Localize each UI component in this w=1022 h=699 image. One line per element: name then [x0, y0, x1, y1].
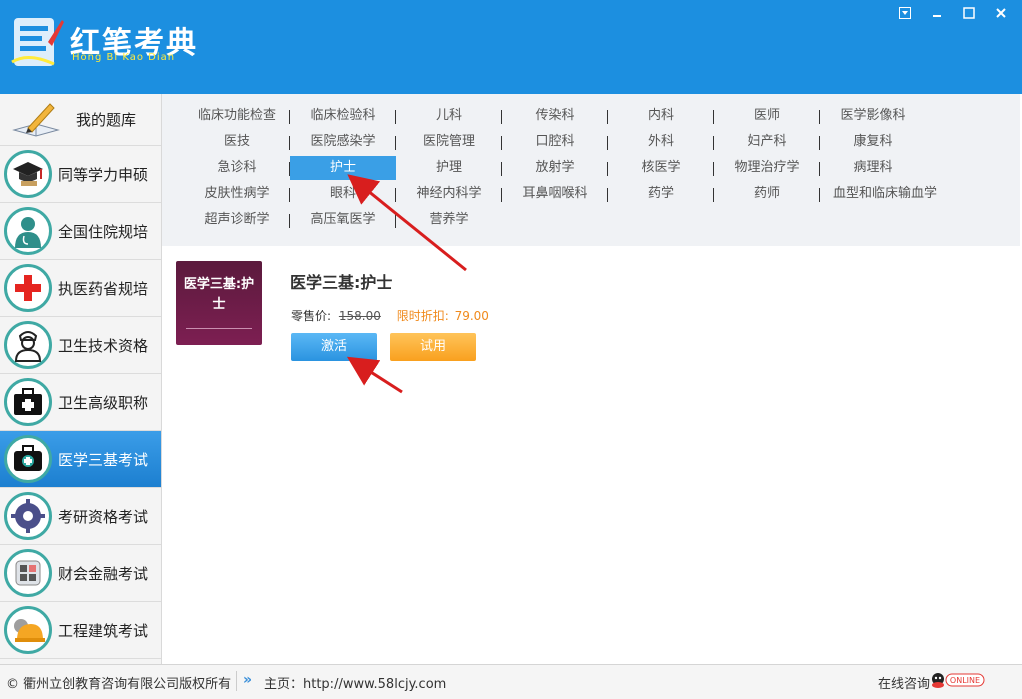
sidebar-item-health-technical[interactable]: 卫生技术资格: [0, 317, 161, 374]
online-consult-link[interactable]: 在线咨询: [878, 673, 930, 692]
category-tab[interactable]: 皮肤性病学: [184, 182, 290, 206]
sidebar-item-label: 工程建筑考试: [58, 621, 149, 640]
category-tab[interactable]: 病理科: [820, 156, 926, 180]
helmet-icon: [4, 606, 52, 654]
category-row: 急诊科 护士 护理 放射学 核医学 物理治疗学 病理科: [184, 156, 926, 180]
category-tab[interactable]: 医院感染学: [290, 130, 396, 154]
doctor-icon: [4, 207, 52, 255]
category-tab[interactable]: 高压氧医学: [290, 208, 396, 232]
category-tab[interactable]: 妇产科: [714, 130, 820, 154]
category-tab-selected[interactable]: 护士: [290, 156, 396, 180]
sidebar-item-three-basics[interactable]: 医学三基考试: [0, 431, 161, 488]
product-cover[interactable]: 医学三基:护士: [176, 261, 262, 345]
sale-price: 79.00: [454, 309, 489, 323]
category-tab[interactable]: 超声诊断学: [184, 208, 290, 232]
product-title: 医学三基:护士: [290, 273, 393, 292]
double-chevron-icon: »: [243, 672, 253, 688]
qq-online-icon[interactable]: ONLINE: [930, 671, 986, 689]
app-name-english: Hong Bi Kao Dian: [72, 52, 176, 63]
product-cover-text: 医学三基:护士: [183, 277, 255, 312]
category-tab[interactable]: 药学: [608, 182, 714, 206]
price-label: 零售价:: [291, 309, 332, 323]
category-row: 临床功能检查 临床检验科 儿科 传染科 内科 医师 医学影像科: [184, 104, 926, 128]
sidebar-item-my-bank[interactable]: 我的题库: [0, 94, 161, 146]
category-panel: 临床功能检查 临床检验科 儿科 传染科 内科 医师 医学影像科 医技 医院感染学…: [162, 94, 1020, 246]
category-tab[interactable]: 医学影像科: [820, 104, 926, 128]
sidebar-item-label: 全国住院规培: [58, 222, 149, 241]
sidebar-item-label: 考研资格考试: [58, 507, 149, 526]
sidebar-item-senior-title[interactable]: 卫生高级职称: [0, 374, 161, 431]
cover-divider: [186, 328, 252, 329]
category-tab[interactable]: 神经内科学: [396, 182, 502, 206]
category-tab[interactable]: 康复科: [820, 130, 926, 154]
sidebar-item-residency-training[interactable]: 全国住院规培: [0, 203, 161, 260]
pen-book-icon: [12, 102, 60, 137]
category-tab[interactable]: 临床功能检查: [184, 104, 290, 128]
sale-label: 限时折扣:: [396, 309, 449, 323]
category-tab[interactable]: 内科: [608, 104, 714, 128]
minimize-icon[interactable]: [924, 4, 950, 22]
price-row: 零售价: 158.00 限时折扣: 79.00: [291, 307, 489, 324]
category-tab[interactable]: 口腔科: [502, 130, 608, 154]
dropdown-box-icon[interactable]: [892, 4, 918, 22]
category-tab[interactable]: 耳鼻咽喉科: [502, 182, 608, 206]
activate-button[interactable]: 激活: [291, 333, 377, 361]
category-tab[interactable]: 眼科: [290, 182, 396, 206]
category-tab[interactable]: 医师: [714, 104, 820, 128]
category-tab[interactable]: 营养学: [396, 208, 502, 232]
close-icon[interactable]: [988, 4, 1014, 22]
maximize-icon[interactable]: [956, 4, 982, 22]
nurse-icon: [4, 321, 52, 369]
footer-divider: [236, 671, 237, 691]
trial-button[interactable]: 试用: [390, 333, 476, 361]
category-tab[interactable]: 传染科: [502, 104, 608, 128]
sidebar-item-postgrad[interactable]: 考研资格考试: [0, 488, 161, 545]
sidebar-item-physician-pharmacist[interactable]: 执医药省规培: [0, 260, 161, 317]
copyright-text: © 衢州立创教育咨询有限公司版权所有: [6, 677, 232, 692]
gear-people-icon: [4, 492, 52, 540]
graduation-cap-icon: [4, 150, 52, 198]
category-tab[interactable]: 儿科: [396, 104, 502, 128]
category-tab[interactable]: 护理: [396, 156, 502, 180]
logo-icon: [11, 18, 64, 66]
sidebar-item-label: 卫生高级职称: [58, 393, 149, 412]
sidebar-item-label: 执医药省规培: [58, 279, 149, 298]
category-tab[interactable]: 医院管理: [396, 130, 502, 154]
category-row: 超声诊断学 高压氧医学 营养学: [184, 208, 502, 232]
medical-kit-icon: [4, 378, 52, 426]
calculator-icon: [4, 549, 52, 597]
sidebar: 我的题库 同等学力申硕 全国住院规培 执医药省规培 卫生技术资格 卫生高级职称: [0, 94, 162, 664]
red-cross-icon: [4, 264, 52, 312]
category-row: 皮肤性病学 眼科 神经内科学 耳鼻咽喉科 药学 药师 血型和临床输血学: [184, 182, 950, 206]
category-tab[interactable]: 核医学: [608, 156, 714, 180]
category-tab[interactable]: 医技: [184, 130, 290, 154]
sidebar-item-label: 医学三基考试: [58, 450, 149, 469]
category-row: 医技 医院感染学 医院管理 口腔科 外科 妇产科 康复科: [184, 130, 926, 154]
original-price: 158.00: [338, 309, 381, 323]
category-tab[interactable]: 血型和临床输血学: [820, 182, 950, 206]
window-controls: [892, 4, 1014, 22]
category-tab[interactable]: 物理治疗学: [714, 156, 820, 180]
sidebar-item-engineering[interactable]: 工程建筑考试: [0, 602, 161, 659]
annotation-arrow-activate: [346, 356, 403, 394]
category-tab[interactable]: 外科: [608, 130, 714, 154]
category-tab[interactable]: 放射学: [502, 156, 608, 180]
homepage-link[interactable]: 主页：http://www.58lcjy.com: [264, 673, 446, 692]
sidebar-item-label: 我的题库: [76, 111, 137, 129]
online-badge-text: ONLINE: [950, 676, 980, 685]
sidebar-item-label: 财会金融考试: [58, 564, 149, 583]
sidebar-item-equivalent-degree[interactable]: 同等学力申硕: [0, 146, 161, 203]
category-tab[interactable]: 临床检验科: [290, 104, 396, 128]
sidebar-item-finance[interactable]: 财会金融考试: [0, 545, 161, 602]
medical-bag-icon: [4, 435, 52, 483]
status-bar: © 衢州立创教育咨询有限公司版权所有 » 主页：http://www.58lcj…: [0, 664, 1022, 699]
sidebar-item-label: 同等学力申硕: [58, 165, 149, 184]
category-tab[interactable]: 急诊科: [184, 156, 290, 180]
title-bar: 红笔考典 Hong Bi Kao Dian: [0, 0, 1022, 94]
category-tab[interactable]: 药师: [714, 182, 820, 206]
sidebar-item-label: 卫生技术资格: [58, 336, 149, 355]
